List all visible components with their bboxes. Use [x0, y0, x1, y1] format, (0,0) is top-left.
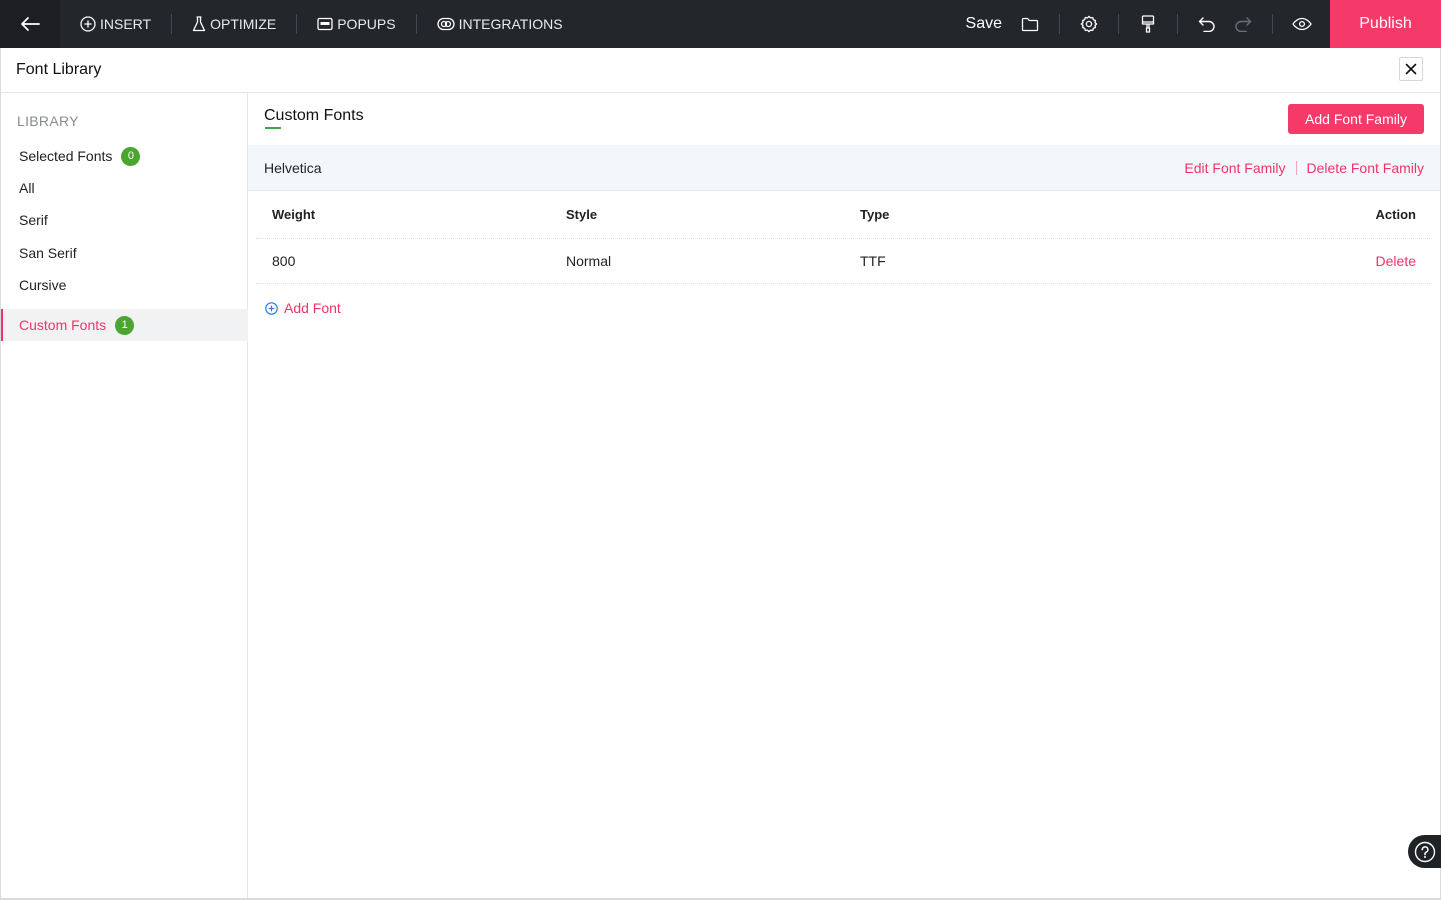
font-family-actions: Edit Font Family Delete Font Family: [1184, 160, 1424, 176]
delete-font-family-link[interactable]: Delete Font Family: [1307, 160, 1424, 176]
integrations-icon: [436, 17, 455, 31]
nav-optimize[interactable]: OPTIMIZE: [172, 0, 296, 48]
font-family-header: Helvetica Edit Font Family Delete Font F…: [248, 145, 1440, 191]
toolbar-actions: Save Publish: [966, 0, 1441, 48]
sidebar-item-label: San Serif: [19, 245, 77, 261]
arrow-left-icon: [21, 17, 40, 31]
panel-header: Font Library: [0, 48, 1441, 93]
nav-popups[interactable]: POPUPS: [297, 0, 415, 48]
sidebar-item-custom-fonts[interactable]: Custom Fonts 1: [1, 309, 248, 341]
column-header-action: Action: [1375, 207, 1416, 222]
font-family-name: Helvetica: [264, 159, 322, 176]
sidebar-item-cursive[interactable]: Cursive: [1, 269, 248, 301]
toolbar-divider: [1059, 14, 1060, 34]
library-heading: LIBRARY: [17, 113, 79, 129]
sidebar-item-label: Cursive: [19, 277, 67, 293]
nav-insert-label: INSERT: [100, 16, 152, 32]
folder-icon: [1021, 17, 1039, 31]
folder-button[interactable]: [1012, 0, 1048, 48]
publish-button[interactable]: Publish: [1330, 0, 1441, 48]
flask-icon: [192, 16, 206, 32]
add-font-label: Add Font: [284, 300, 341, 316]
gear-icon: [1080, 15, 1098, 33]
fonts-table: Weight Style Type Action 800 Normal TTF …: [256, 191, 1432, 284]
paint-brush-icon: [1141, 15, 1155, 33]
sidebar-item-label: Serif: [19, 212, 48, 228]
sidebar-item-label: All: [19, 180, 35, 196]
sidebar-item-all[interactable]: All: [1, 172, 248, 204]
redo-button[interactable]: [1225, 0, 1261, 48]
sidebar-item-selected-fonts[interactable]: Selected Fonts 0: [1, 140, 248, 172]
top-toolbar: INSERT OPTIMIZE POPUPS INTEGRATIONS Save: [0, 0, 1441, 48]
nav-integrations-label: INTEGRATIONS: [458, 16, 563, 32]
undo-button[interactable]: [1189, 0, 1225, 48]
edit-font-family-link[interactable]: Edit Font Family: [1184, 160, 1285, 176]
nav-popups-label: POPUPS: [337, 16, 396, 32]
page-title: Font Library: [16, 61, 102, 78]
undo-icon: [1198, 17, 1215, 32]
toolbar-divider: [1118, 14, 1119, 34]
close-button[interactable]: [1399, 57, 1423, 81]
sidebar-item-san-serif[interactable]: San Serif: [1, 237, 248, 269]
eye-icon: [1292, 17, 1312, 31]
question-circle-icon: [1414, 841, 1435, 862]
count-badge: 0: [121, 146, 141, 166]
column-header-style: Style: [566, 207, 598, 222]
section-title: Custom Fonts: [264, 107, 364, 124]
sidebar-item-serif[interactable]: Serif: [1, 204, 248, 236]
cell-weight: 800: [272, 253, 296, 269]
style-brush-button[interactable]: [1130, 0, 1166, 48]
help-button[interactable]: [1408, 835, 1441, 868]
custom-fonts-panel: Custom Fonts Add Font Family Helvetica E…: [248, 93, 1441, 900]
nav-insert[interactable]: INSERT: [60, 0, 171, 48]
toolbar-divider: [1272, 14, 1273, 34]
add-font-family-button[interactable]: Add Font Family: [1288, 104, 1424, 134]
cell-type: TTF: [860, 253, 886, 269]
add-font-link[interactable]: Add Font: [265, 300, 341, 316]
save-button[interactable]: Save: [966, 15, 1012, 33]
count-badge: 1: [115, 315, 135, 335]
preview-button[interactable]: [1284, 0, 1320, 48]
plus-circle-icon: [80, 16, 96, 32]
settings-button[interactable]: [1071, 0, 1107, 48]
delete-font-link[interactable]: Delete: [1376, 239, 1416, 283]
plus-circle-icon: [265, 301, 278, 315]
sidebar-item-label: Custom Fonts: [19, 317, 107, 333]
close-icon: [1405, 63, 1417, 75]
sidebar-item-label: Selected Fonts: [19, 148, 113, 164]
column-header-type: Type: [860, 207, 890, 222]
nav-optimize-label: OPTIMIZE: [210, 16, 277, 32]
library-sidebar: LIBRARY Selected Fonts 0 All Serif San S…: [0, 93, 248, 900]
cell-style: Normal: [566, 253, 612, 269]
popup-window-icon: [317, 17, 333, 31]
redo-icon: [1235, 17, 1252, 32]
title-underline: [265, 127, 281, 129]
table-header-row: Weight Style Type Action: [256, 191, 1432, 239]
table-row: 800 Normal TTF Delete: [256, 239, 1432, 284]
link-divider: [1295, 160, 1297, 175]
column-header-weight: Weight: [272, 207, 316, 222]
nav-integrations[interactable]: INTEGRATIONS: [417, 0, 583, 48]
toolbar-divider: [1177, 14, 1178, 34]
back-button[interactable]: [0, 0, 60, 48]
